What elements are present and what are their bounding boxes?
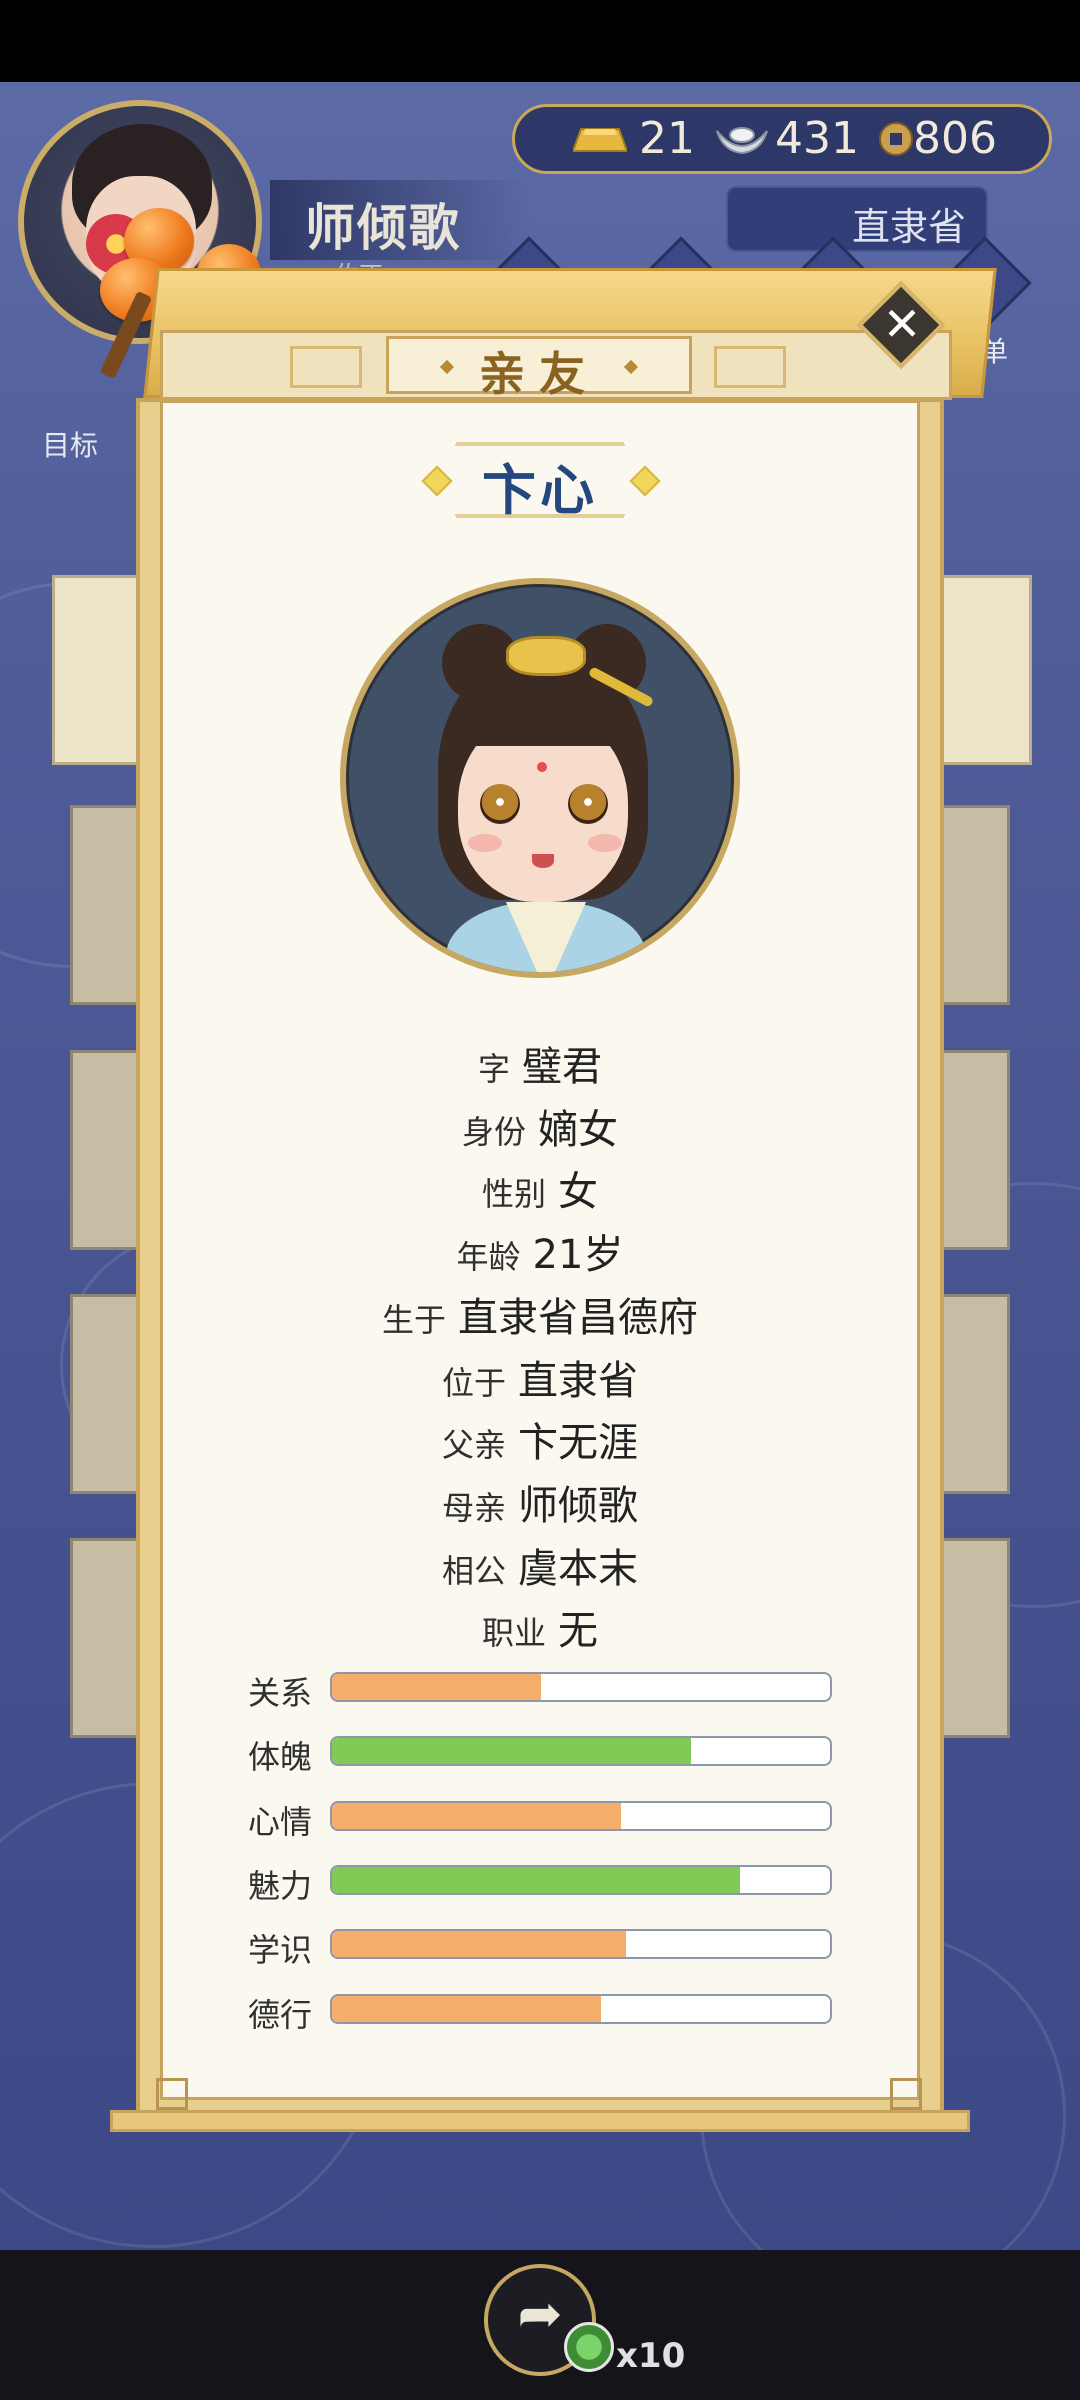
- title-side-box: [290, 346, 362, 388]
- info-value: 直隶省: [518, 1357, 638, 1404]
- info-value: 师倾歌: [518, 1482, 638, 1529]
- info-label: 母亲: [441, 1488, 506, 1527]
- stat-bar-fill: [332, 1866, 741, 1893]
- info-row: 相公 虞本末: [160, 1536, 920, 1592]
- stat-bar: [330, 1929, 832, 1960]
- stat-bar: [330, 1800, 832, 1831]
- location-button[interactable]: 直隶省: [726, 186, 988, 252]
- info-value: 卞无涯: [518, 1420, 638, 1467]
- info-value: 女: [558, 1169, 598, 1216]
- info-label: 年龄: [456, 1238, 521, 1277]
- info-label: 父亲: [441, 1426, 506, 1465]
- info-value: 嫡女: [538, 1106, 618, 1153]
- info-label: 身份: [461, 1112, 526, 1151]
- title-side-box: [714, 346, 786, 388]
- player-name: 师倾歌: [305, 199, 461, 257]
- silver-ingot-icon: [715, 121, 769, 157]
- stat-bar-fill: [332, 1931, 626, 1958]
- info-value: 21岁: [532, 1232, 624, 1279]
- goal-label[interactable]: 目标: [42, 424, 98, 464]
- gold-bar-icon: [571, 121, 629, 157]
- corner-ornament: [156, 2078, 188, 2110]
- stat-label: 德行: [248, 1995, 313, 2034]
- info-label: 位于: [441, 1363, 506, 1402]
- stat-bar-fill: [332, 1995, 601, 2022]
- info-row: 身份 嫡女: [160, 1097, 920, 1153]
- reward-count: x10: [616, 2336, 686, 2376]
- info-row: 年龄 21岁: [160, 1222, 920, 1278]
- info-value: 直隶省昌德府: [458, 1294, 698, 1341]
- stat-bar: [330, 1736, 832, 1767]
- info-row: 父亲 卞无涯: [160, 1410, 920, 1466]
- character-name: 卞心: [482, 459, 598, 522]
- close-icon[interactable]: ✕: [874, 296, 930, 352]
- stat-label: 体魄: [248, 1738, 313, 1777]
- stat-label: 关系: [248, 1674, 313, 1712]
- silver-count: 431: [775, 113, 859, 164]
- info-row: 职业无: [160, 1598, 920, 1654]
- info-value: 无: [558, 1608, 598, 1655]
- stat-label: 心情: [248, 1802, 313, 1841]
- status-bar: [0, 0, 1080, 82]
- location-label: 直隶省: [852, 205, 967, 249]
- info-row: 母亲 师倾歌: [160, 1473, 920, 1529]
- info-value: 虞本末: [518, 1545, 638, 1592]
- info-label: 职业: [481, 1614, 546, 1653]
- stat-bar-fill: [332, 1738, 691, 1765]
- currency-bar: 21 431 806: [512, 104, 1052, 174]
- hair-ornament-icon: [506, 636, 586, 676]
- info-label: 相公: [441, 1551, 506, 1590]
- info-label: 性别: [481, 1175, 546, 1214]
- dialog-panel-bottom: [110, 2110, 970, 2132]
- stat-bar: [330, 1672, 832, 1702]
- stat-bar: [330, 1864, 832, 1895]
- stat-bar-fill: [332, 1802, 621, 1829]
- info-row: 位于 直隶省: [160, 1348, 920, 1404]
- info-row: 性别女: [160, 1159, 920, 1215]
- character-portrait: [340, 578, 740, 978]
- info-label: 字: [477, 1050, 510, 1088]
- stat-bar: [330, 1993, 832, 2024]
- gold-count: 21: [639, 113, 695, 164]
- stat-label: 魅力: [248, 1866, 313, 1905]
- corner-ornament: [890, 2078, 922, 2110]
- info-value: 璧君: [522, 1044, 602, 1090]
- info-label: 生于: [381, 1300, 446, 1339]
- jade-coin-icon: [564, 2322, 614, 2372]
- info-row: 生于 直隶省昌德府: [160, 1285, 920, 1341]
- dialog-title: 亲友: [479, 347, 599, 401]
- stat-label: 学识: [248, 1931, 313, 1970]
- info-row: 字璧君: [160, 1034, 920, 1090]
- stat-bar-fill: [332, 1674, 542, 1700]
- character-name-tag: 卞心: [421, 436, 661, 526]
- copper-count: 806: [913, 113, 997, 164]
